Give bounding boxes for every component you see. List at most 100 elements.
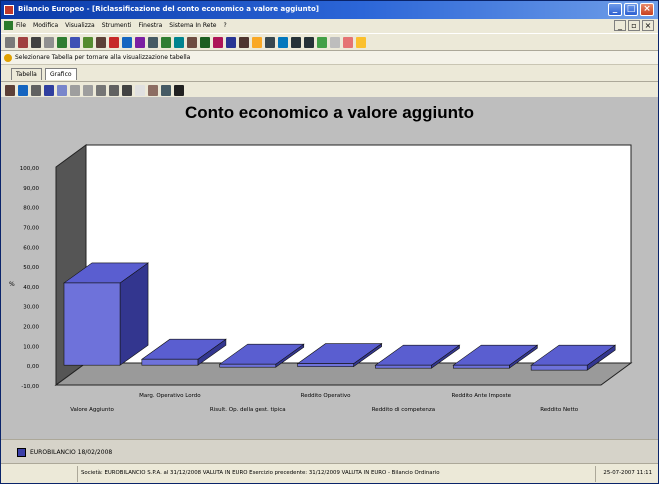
maximize-button[interactable]: □: [624, 3, 638, 16]
menu-file[interactable]: File: [16, 22, 26, 29]
user-icon[interactable]: [226, 37, 236, 48]
report-icon[interactable]: [135, 37, 145, 48]
status-date: 25-07-2007 11:11: [603, 470, 652, 476]
menu-modifica[interactable]: Modifica: [33, 22, 58, 29]
disabled-icon[interactable]: [330, 37, 340, 48]
chart-icon[interactable]: [83, 37, 93, 48]
menu-strumenti[interactable]: Strumenti: [102, 22, 132, 29]
legend-swatch: [17, 448, 26, 457]
y-tick-label: 100,00: [20, 166, 40, 172]
mdi-minimize-button[interactable]: _: [614, 20, 626, 31]
check-icon[interactable]: [317, 37, 327, 48]
book-icon[interactable]: [70, 37, 80, 48]
y-tick-label: 60,00: [23, 245, 39, 251]
bar-chart: 100,00 90,00 80,00 70,00 60,00 50,00 40,00 30,0…: [9, 144, 633, 413]
arrow-icon[interactable]: [44, 37, 54, 48]
x-tick-label: Marg. Operativo Lordo: [139, 393, 201, 399]
tab-tabella[interactable]: Tabella: [11, 68, 42, 80]
grid-icon[interactable]: [96, 37, 106, 48]
pointer-icon[interactable]: [174, 85, 184, 96]
bar: [141, 358, 199, 366]
status-separator: [595, 466, 596, 482]
last-page-icon[interactable]: [304, 37, 314, 48]
print-icon[interactable]: [18, 37, 28, 48]
legend-icon[interactable]: [70, 85, 80, 96]
app-icon: [4, 5, 14, 15]
print-icon[interactable]: [161, 85, 171, 96]
chart-area: Conto economico a valore aggiunto 100,00…: [1, 97, 658, 439]
import-icon[interactable]: [213, 37, 223, 48]
x-tick-label: Valore Aggiunto: [70, 407, 114, 413]
selection-message: Selezionare Tabella per tornare alla vis…: [15, 54, 191, 61]
open-icon[interactable]: [5, 85, 15, 96]
color-icon[interactable]: [57, 85, 67, 96]
y-tick-label: -10,00: [21, 384, 39, 390]
status-bar: Società: EUROBILANCIO S.P.A. al 31/12/20…: [1, 463, 658, 483]
y-tick-label: 80,00: [23, 206, 39, 212]
warning-icon[interactable]: [252, 37, 262, 48]
rotate-icon[interactable]: [122, 85, 132, 96]
tree-icon[interactable]: [57, 37, 67, 48]
bar: [530, 364, 588, 371]
document-icon: [4, 21, 13, 30]
binoculars-icon[interactable]: [31, 37, 41, 48]
tab-grafico[interactable]: Grafico: [45, 68, 77, 80]
x-tick-label: Reddito Operativo: [301, 393, 352, 399]
bar: [375, 364, 432, 369]
disk-icon[interactable]: [122, 37, 132, 48]
x-tick-label: Reddito Ante Imposte: [452, 393, 512, 399]
link-icon[interactable]: [174, 37, 184, 48]
x-tick-label: Reddito di competenza: [372, 407, 435, 413]
window-title: Bilancio Europeo - [Riclassificazione de…: [18, 5, 319, 13]
y-tick-label: 20,00: [23, 325, 39, 331]
mdi-close-button[interactable]: ×: [642, 20, 654, 31]
x-tick-label: Reddito Netto: [540, 407, 579, 413]
y-tick-label: 30,00: [23, 305, 39, 311]
mdi-restore-button[interactable]: ▫: [628, 20, 640, 31]
grid-toggle-icon[interactable]: [83, 85, 93, 96]
y-tick-label: 50,00: [23, 265, 39, 271]
x-tick-label: Risult. Op. della gest. tipica: [210, 407, 286, 413]
first-page-icon[interactable]: [291, 37, 301, 48]
table-icon[interactable]: [161, 37, 171, 48]
delete-icon[interactable]: [343, 37, 353, 48]
eye-icon[interactable]: [135, 85, 145, 96]
bar: [297, 363, 354, 367]
export-icon[interactable]: [200, 37, 210, 48]
legend-strip: EUROBILANCIO 18/02/2008: [1, 439, 658, 463]
menu-sistema[interactable]: Sistema In Rete: [169, 22, 216, 29]
data-table-icon[interactable]: [109, 85, 119, 96]
print-preview-icon[interactable]: [278, 37, 288, 48]
legend-label: EUROBILANCIO 18/02/2008: [30, 449, 113, 456]
save-icon[interactable]: [18, 85, 28, 96]
status-separator: [77, 466, 78, 482]
title-bar[interactable]: Bilancio Europeo - [Riclassificazione de…: [1, 1, 658, 19]
back-wall: [85, 144, 632, 364]
axis-icon[interactable]: [96, 85, 106, 96]
settings-icon[interactable]: [148, 37, 158, 48]
y-tick-label: 10,00: [23, 344, 39, 350]
menu-help[interactable]: ?: [224, 22, 227, 29]
chart-type-icon[interactable]: [44, 85, 54, 96]
new-icon[interactable]: [5, 37, 15, 48]
y-axis-label: %: [9, 281, 15, 288]
close-button[interactable]: ×: [640, 3, 654, 16]
selection-bar: Selezionare Tabella per tornare alla vis…: [1, 51, 658, 65]
main-toolbar: [1, 33, 658, 51]
tab-strip: Tabella Grafico: [1, 65, 658, 81]
menu-finestra[interactable]: Finestra: [138, 22, 162, 29]
info-icon[interactable]: [265, 37, 275, 48]
minimize-button[interactable]: _: [608, 3, 622, 16]
chart-toolbar: [1, 81, 658, 97]
menu-visualizza[interactable]: Visualizza: [65, 22, 95, 29]
folder-open-icon[interactable]: [356, 37, 366, 48]
folder-icon[interactable]: [109, 37, 119, 48]
y-tick-label: 0,00: [27, 364, 40, 370]
copy-icon[interactable]: [31, 85, 41, 96]
calc-icon[interactable]: [187, 37, 197, 48]
info-icon: [4, 54, 12, 62]
bar: [452, 364, 510, 369]
bar: [63, 282, 121, 366]
lock-icon[interactable]: [239, 37, 249, 48]
magnify-icon[interactable]: [148, 85, 158, 96]
